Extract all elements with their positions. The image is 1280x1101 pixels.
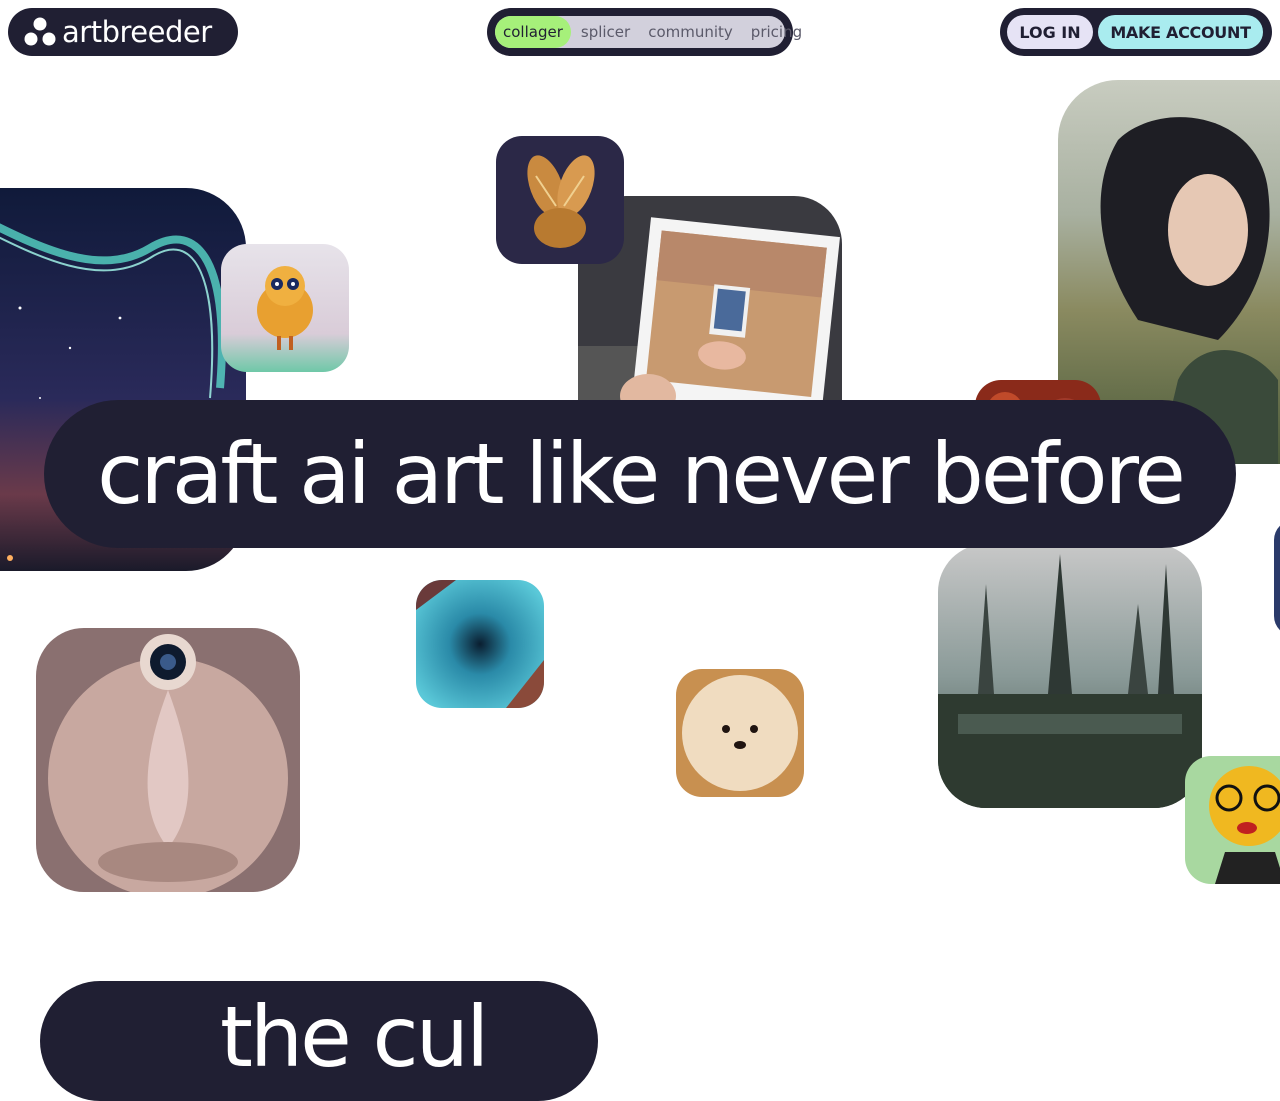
art-tile-ocean-aerial[interactable] <box>416 580 544 708</box>
section-heading-banner: the cul <box>40 981 598 1101</box>
main-nav: collager splicer community pricing <box>487 8 802 56</box>
art-tile-edge-partial[interactable] <box>1274 520 1280 636</box>
art-tile-fluffy-creature[interactable] <box>221 244 349 372</box>
section-heading: the cul <box>220 988 489 1086</box>
auth-controls: LOG IN MAKE ACCOUNT <box>1000 8 1272 56</box>
nav-item-pricing[interactable]: pricing <box>743 16 810 48</box>
login-button[interactable]: LOG IN <box>1007 15 1093 49</box>
art-tile-fluffy-dog[interactable] <box>676 669 804 797</box>
nav-item-splicer[interactable]: splicer <box>573 16 638 48</box>
hero-banner: craft ai art like never before <box>44 400 1236 548</box>
artbreeder-logo[interactable]: artbreeder <box>8 8 238 56</box>
nav-item-collager[interactable]: collager <box>495 16 571 48</box>
art-tile-futuristic-city[interactable] <box>938 544 1202 808</box>
brand-name: artbreeder <box>62 14 212 49</box>
make-account-button[interactable]: MAKE ACCOUNT <box>1098 15 1263 49</box>
art-tile-golden-shells[interactable] <box>496 136 624 264</box>
art-tile-lemon-face[interactable] <box>1185 756 1280 884</box>
art-tile-spiral-eye[interactable] <box>36 628 300 892</box>
three-circles-logo-icon <box>24 17 56 46</box>
nav-item-community[interactable]: community <box>640 16 741 48</box>
nav-track: collager splicer community pricing <box>495 16 802 48</box>
hero-headline: craft ai art like never before <box>97 425 1186 523</box>
